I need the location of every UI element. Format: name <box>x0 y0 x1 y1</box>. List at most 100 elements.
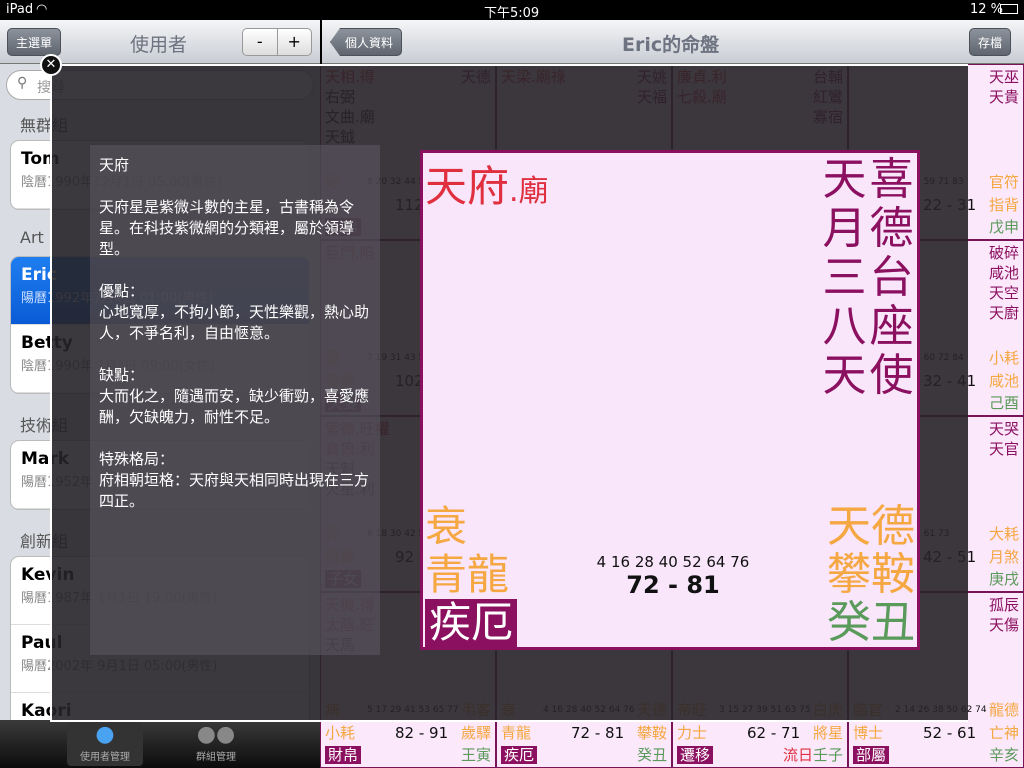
stem-branch: 戊申 <box>989 216 1019 238</box>
star: 天廚 <box>988 304 1019 322</box>
boshi-star: 力士 <box>677 724 708 742</box>
main-star-brightness: .廟 <box>509 174 549 209</box>
main-star-name: 天府 <box>425 162 510 211</box>
stem-branch: 流日壬子 <box>783 744 843 766</box>
stem-branch-text: 癸丑 <box>636 746 667 764</box>
stem-branch: 辛亥 <box>989 744 1019 766</box>
master-title: 使用者 <box>130 34 188 56</box>
jiangqian-star: 攀鞍 <box>827 549 915 600</box>
suiqian-star: 龍德 <box>988 701 1019 719</box>
stem-branch-text: 王寅 <box>460 746 491 764</box>
stem-branch: 癸丑 <box>827 597 915 648</box>
flow-day: 流日 <box>782 746 813 764</box>
decade-range: 82 - 91 <box>395 724 449 742</box>
jiangqian-star: 指背 <box>988 196 1019 214</box>
minus-button[interactable]: - <box>243 29 278 55</box>
star-char: 喜 <box>869 154 914 205</box>
tab-label: 群組管理 <box>196 752 236 763</box>
star: 天哭 <box>988 420 1019 438</box>
tab-label: 使用者管理 <box>80 752 130 763</box>
star: 天傷 <box>988 616 1019 634</box>
battery-icon <box>1000 4 1018 14</box>
star: 天巫 <box>988 68 1019 86</box>
stem-branch: 己酉 <box>989 392 1019 414</box>
group-icon: ●● <box>196 722 236 747</box>
palace-name: 遷移 <box>677 746 714 764</box>
star: 咸池 <box>988 264 1019 282</box>
back-button[interactable]: 個人資料 <box>330 28 403 56</box>
star-char: 天 <box>822 154 867 205</box>
boshi-star: 博士 <box>853 724 884 742</box>
boshi-star: 小耗 <box>325 724 356 742</box>
star-char: 使 <box>869 350 914 401</box>
wifi-icon: ◠ <box>36 2 48 17</box>
stem-branch: 王寅 <box>461 744 491 766</box>
stem-branch-text: 辛亥 <box>988 746 1019 764</box>
star: 破碎 <box>988 244 1019 262</box>
user-icon: ● <box>95 722 115 747</box>
minor-stars: 破碎 咸池 天空 天廚 <box>989 243 1019 323</box>
save-button[interactable]: 存檔 <box>969 28 1012 56</box>
stem-branch-text: 己酉 <box>988 394 1019 412</box>
tab-bar: ● 使用者管理 ●● 群組管理 <box>0 720 320 768</box>
boshi-star: 青龍 <box>501 724 532 742</box>
bottom-line-2: 青龍 72 - 81 攀鞍 <box>501 722 667 744</box>
stem-branch: 庚戌 <box>989 568 1019 590</box>
star-char: 座 <box>869 301 914 352</box>
star-char: 德 <box>869 203 914 254</box>
decade-range: 52 - 61 <box>923 724 977 742</box>
star-char: 八 <box>822 301 867 352</box>
bottom-line-3: 疾厄 癸丑 <box>501 744 667 766</box>
jiangqian-star: 咸池 <box>988 372 1019 390</box>
bottom-line-3: 財帛 王寅 <box>325 744 491 766</box>
clock: 下午5:09 <box>484 6 540 21</box>
device-name: iPad <box>6 2 34 17</box>
star: 天貴 <box>988 88 1019 106</box>
bottom-line-2: 博士 52 - 61 亡神 <box>853 722 1019 744</box>
jiangqian-star: 月煞 <box>988 548 1019 566</box>
plus-button[interactable]: + <box>278 29 312 55</box>
close-icon[interactable]: ✕ <box>40 54 62 76</box>
star-char: 台 <box>869 252 914 303</box>
minor-stars: 孤辰 天傷 <box>989 595 1019 635</box>
bottom-line-2: 小耗 82 - 91 歲驛 <box>325 722 491 744</box>
battery-level: 12 % <box>970 2 1004 17</box>
palace-name: 疾厄 <box>425 599 518 647</box>
detail-nav-bar: 個人資料 Eric的命盤 存檔 <box>322 20 1024 64</box>
star-char: 三 <box>822 252 867 303</box>
jiangqian-star: 攀鞍 <box>636 724 667 742</box>
stem-branch-text: 壬子 <box>812 746 843 764</box>
palace-name: 疾厄 <box>501 746 538 764</box>
palace-name: 部屬 <box>853 746 890 764</box>
star-char: 天 <box>822 350 867 401</box>
suiqian-star: 天德 <box>827 501 915 552</box>
decade-range: 72 - 81 <box>626 571 720 599</box>
star: 天官 <box>988 440 1019 458</box>
star: 天空 <box>988 284 1019 302</box>
group-header: Art <box>20 228 44 247</box>
stem-branch-text: 庚戌 <box>988 570 1019 588</box>
main-menu-button[interactable]: 主選單 <box>7 28 62 56</box>
stem-branch-text: 戊申 <box>988 218 1019 236</box>
status-bar: iPad ◠ 下午5:09 12 % <box>0 0 1024 21</box>
tab-user-management[interactable]: ● 使用者管理 <box>67 722 143 766</box>
minor-stars: 天哭 天官 <box>989 419 1019 459</box>
ages: 4 16 28 40 52 64 76 <box>596 553 750 571</box>
boshi-star: 青龍 <box>425 550 510 599</box>
jiangqian-star: 亡神 <box>988 724 1019 742</box>
minor-stars: 天巫 天貴 <box>989 67 1019 107</box>
detail-title: Eric的命盤 <box>622 34 720 56</box>
bottom-line-2: 力士 62 - 71 將星 <box>677 722 843 744</box>
decade-range: 72 - 81 <box>571 724 625 742</box>
suiqian-star: 官符 <box>988 173 1019 191</box>
suiqian-star: 大耗 <box>988 525 1019 543</box>
bottom-line-3: 部屬 辛亥 <box>853 744 1019 766</box>
stem-branch: 癸丑 <box>637 744 667 766</box>
jiangqian-star: 將星 <box>812 724 843 742</box>
star-char: 月 <box>822 203 867 254</box>
star-description: 天府 天府星是紫微斗數的主星，古書稱為令星。在科技紫微網的分類裡，屬於領導型。 … <box>90 145 380 655</box>
suiqian-star: 小耗 <box>988 349 1019 367</box>
main-star: 天府.廟 <box>425 153 549 214</box>
palace-name: 財帛 <box>325 746 362 764</box>
tab-group-management[interactable]: ●● 群組管理 <box>178 722 254 766</box>
